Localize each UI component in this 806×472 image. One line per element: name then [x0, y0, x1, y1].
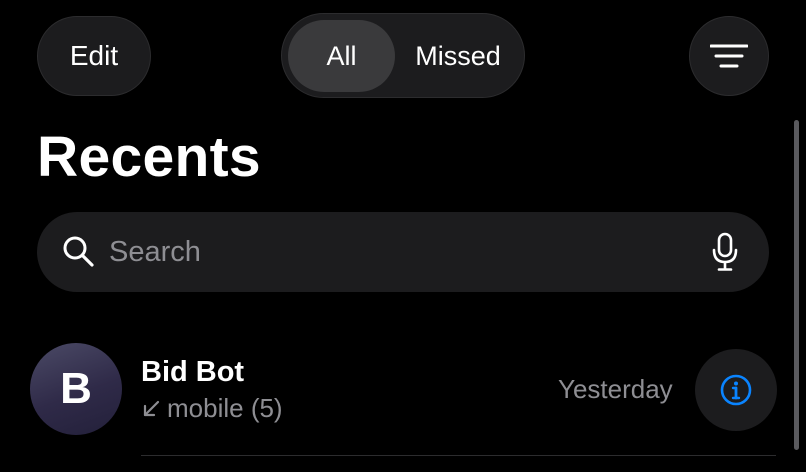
filter-segmented-control: All Missed	[281, 13, 525, 98]
search-input[interactable]	[109, 230, 689, 274]
avatar: B	[30, 343, 122, 435]
recents-screen: Edit All Missed Recents Search B Bid Bot…	[0, 0, 806, 472]
segment-all-label: All	[326, 40, 357, 71]
recent-call-row[interactable]: B Bid Bot mobile (5) Yesterday	[0, 330, 806, 456]
call-detail: mobile (5)	[141, 393, 283, 424]
segment-missed[interactable]: Missed	[398, 20, 518, 92]
segment-all[interactable]: All	[288, 20, 395, 92]
edit-label: Edit	[69, 40, 119, 71]
search-bar[interactable]	[37, 212, 769, 292]
avatar-initial: B	[60, 364, 92, 413]
microphone-icon[interactable]	[711, 232, 739, 272]
filter-button[interactable]	[689, 16, 769, 96]
info-button[interactable]	[695, 349, 777, 431]
row-divider	[141, 455, 776, 456]
call-detail-label: mobile (5)	[167, 393, 283, 423]
segment-missed-label: Missed	[415, 40, 501, 71]
search-icon	[63, 236, 94, 267]
filter-lines-icon	[710, 44, 748, 68]
info-icon	[720, 374, 752, 406]
call-timestamp: Yesterday	[558, 374, 673, 404]
incoming-arrow-icon	[143, 400, 160, 416]
page-title: Recents	[37, 125, 261, 189]
edit-button[interactable]: Edit	[37, 16, 151, 96]
contact-name: Bid Bot	[141, 356, 245, 388]
